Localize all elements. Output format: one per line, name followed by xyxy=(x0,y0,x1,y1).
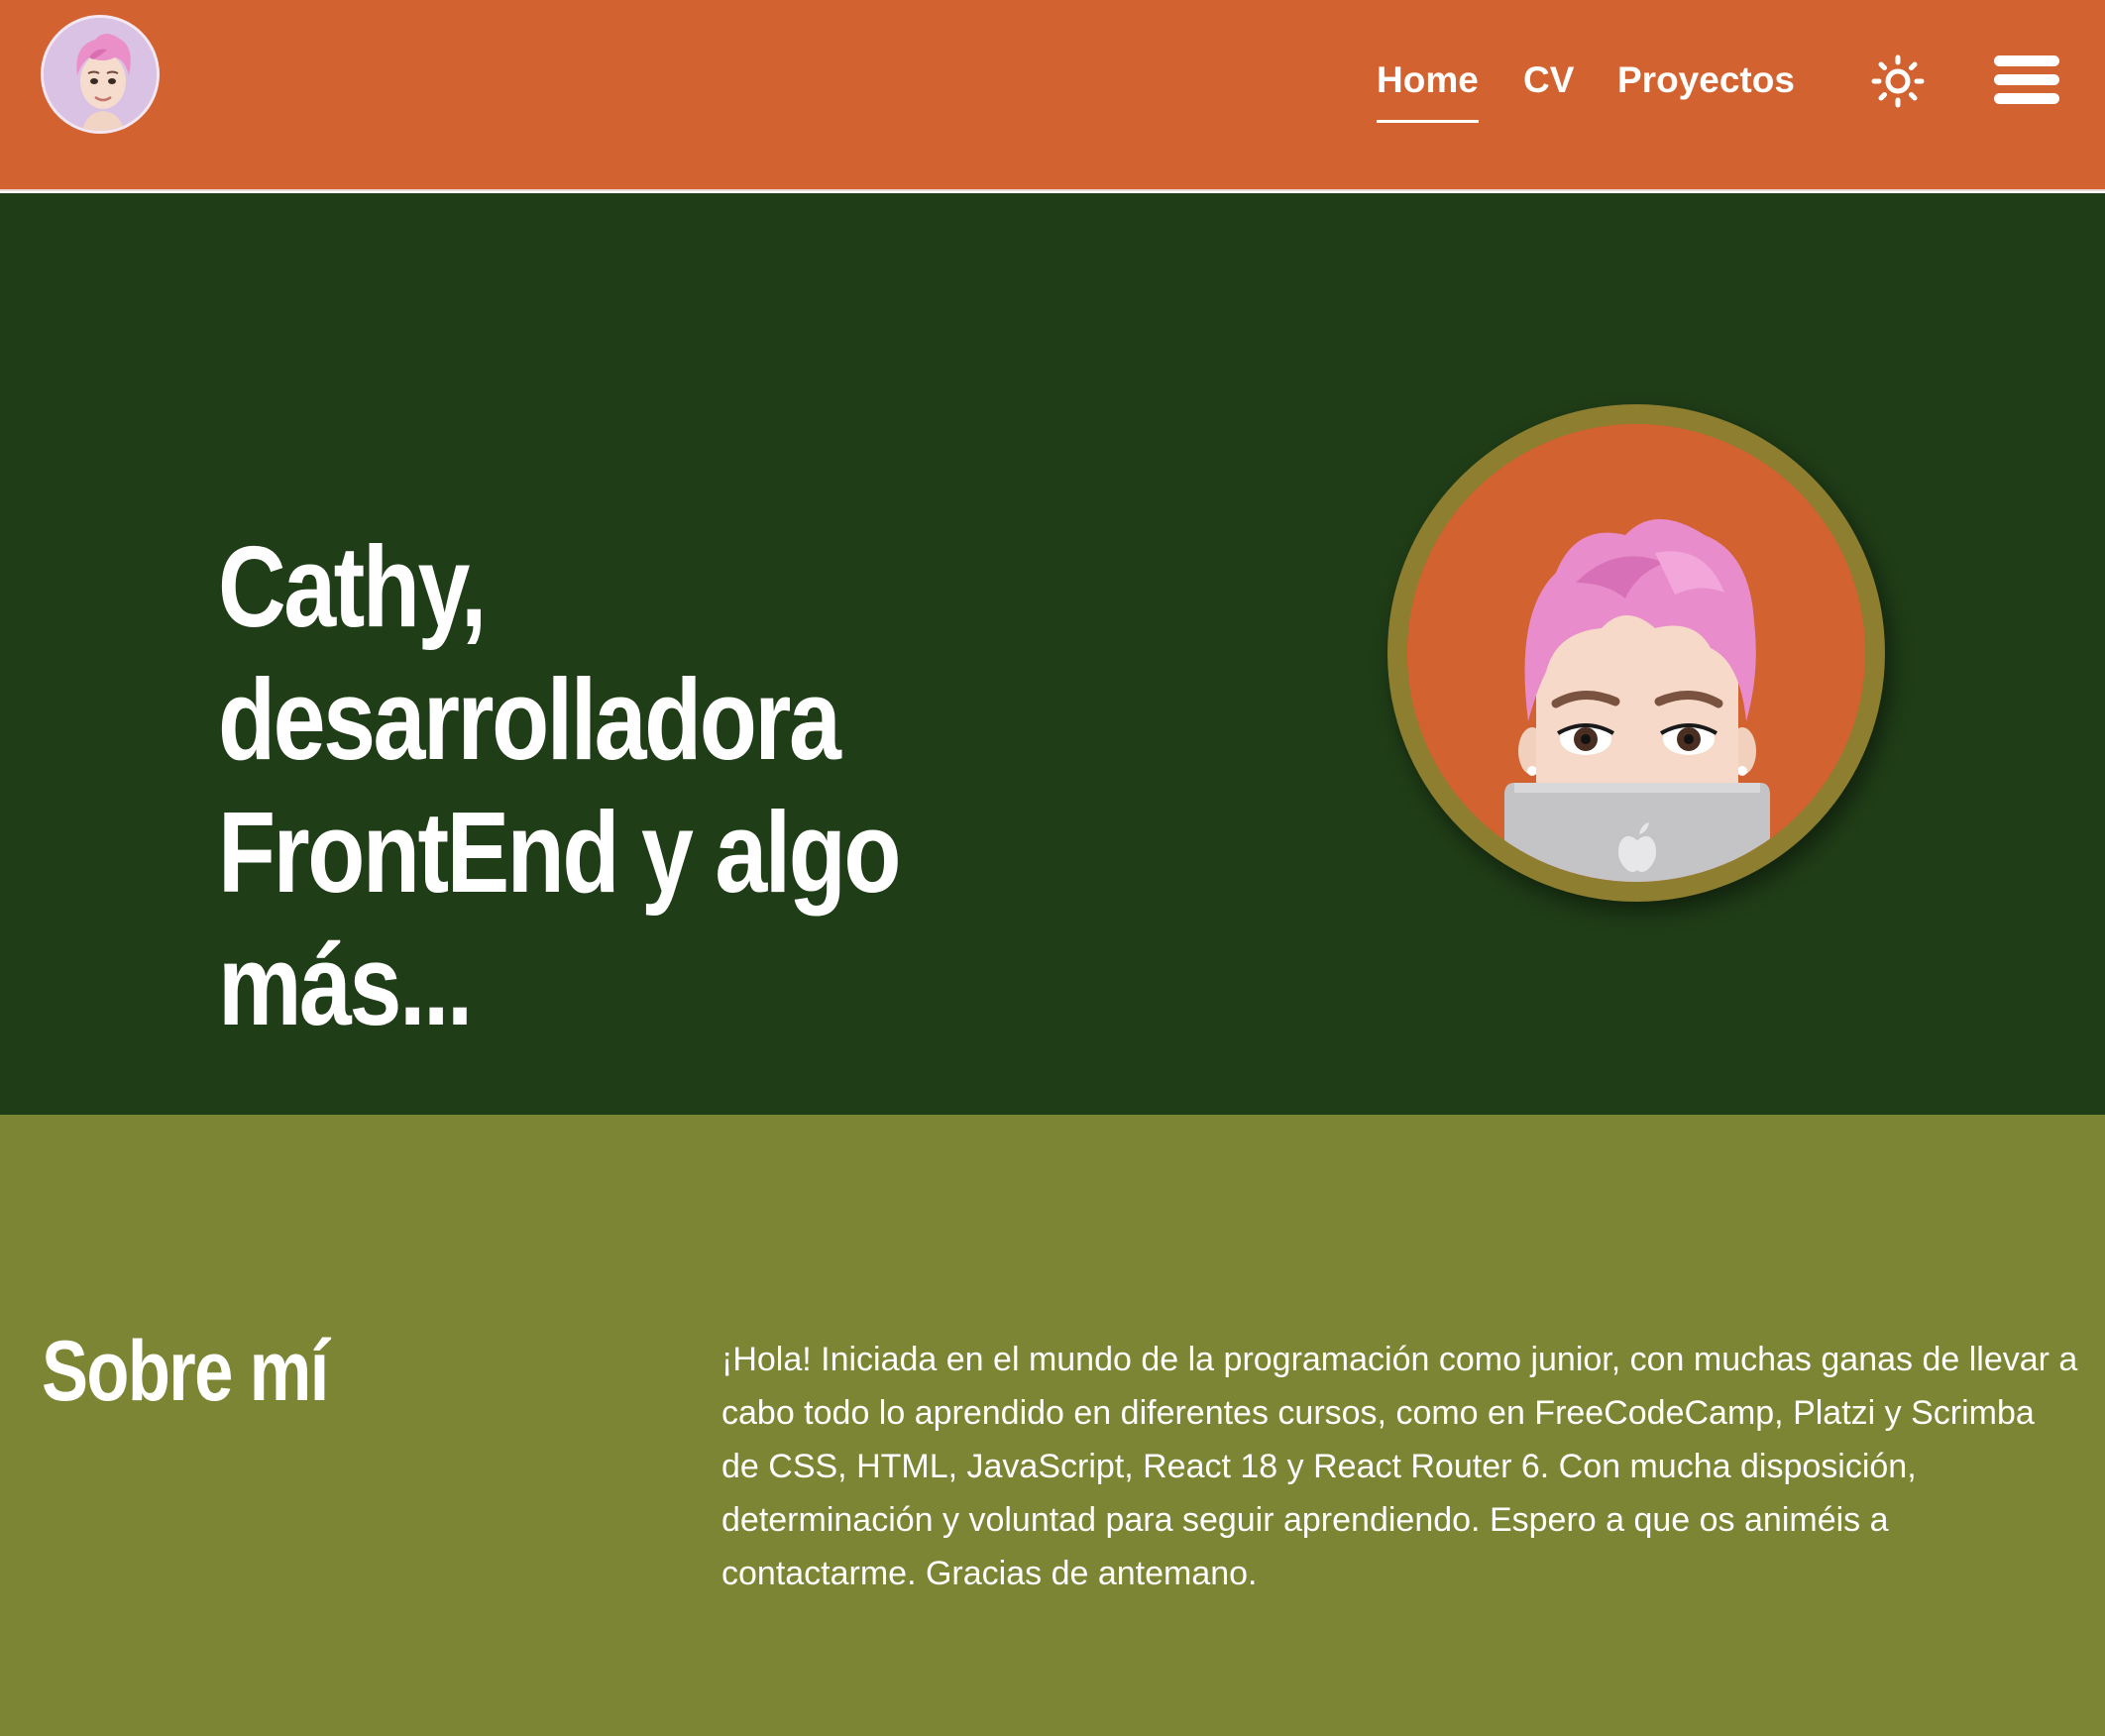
sun-icon xyxy=(1871,54,1925,108)
hero-title-line-2: FrontEnd y algo más... xyxy=(218,788,902,1049)
hero-avatar xyxy=(1387,404,1885,902)
site-header: Home CV Proyectos xyxy=(0,0,2105,191)
memoji-avatar-icon xyxy=(44,18,157,131)
hamburger-menu-icon[interactable] xyxy=(1994,55,2059,105)
about-heading: Sobre mí xyxy=(42,1324,329,1419)
hero-section: Cathy, desarrolladora FrontEnd y algo má… xyxy=(0,193,2105,1115)
hero-title-line-1: Cathy, desarrolladora xyxy=(218,522,841,784)
about-text: ¡Hola! Iniciada en el mundo de la progra… xyxy=(721,1341,2078,1592)
nav-link-cv[interactable]: CV xyxy=(1523,59,1574,101)
hero-title: Cathy, desarrolladora FrontEnd y algo má… xyxy=(218,520,1031,1051)
nav-link-home[interactable]: Home xyxy=(1377,59,1479,123)
theme-toggle-button[interactable] xyxy=(1871,54,1925,108)
logo-avatar[interactable] xyxy=(41,15,160,134)
about-section: Sobre mí ¡Hola! Iniciada en el mundo de … xyxy=(0,1115,2105,1736)
memoji-laptop-avatar-icon xyxy=(1407,424,1865,882)
nav-link-proyectos[interactable]: Proyectos xyxy=(1617,59,1795,101)
